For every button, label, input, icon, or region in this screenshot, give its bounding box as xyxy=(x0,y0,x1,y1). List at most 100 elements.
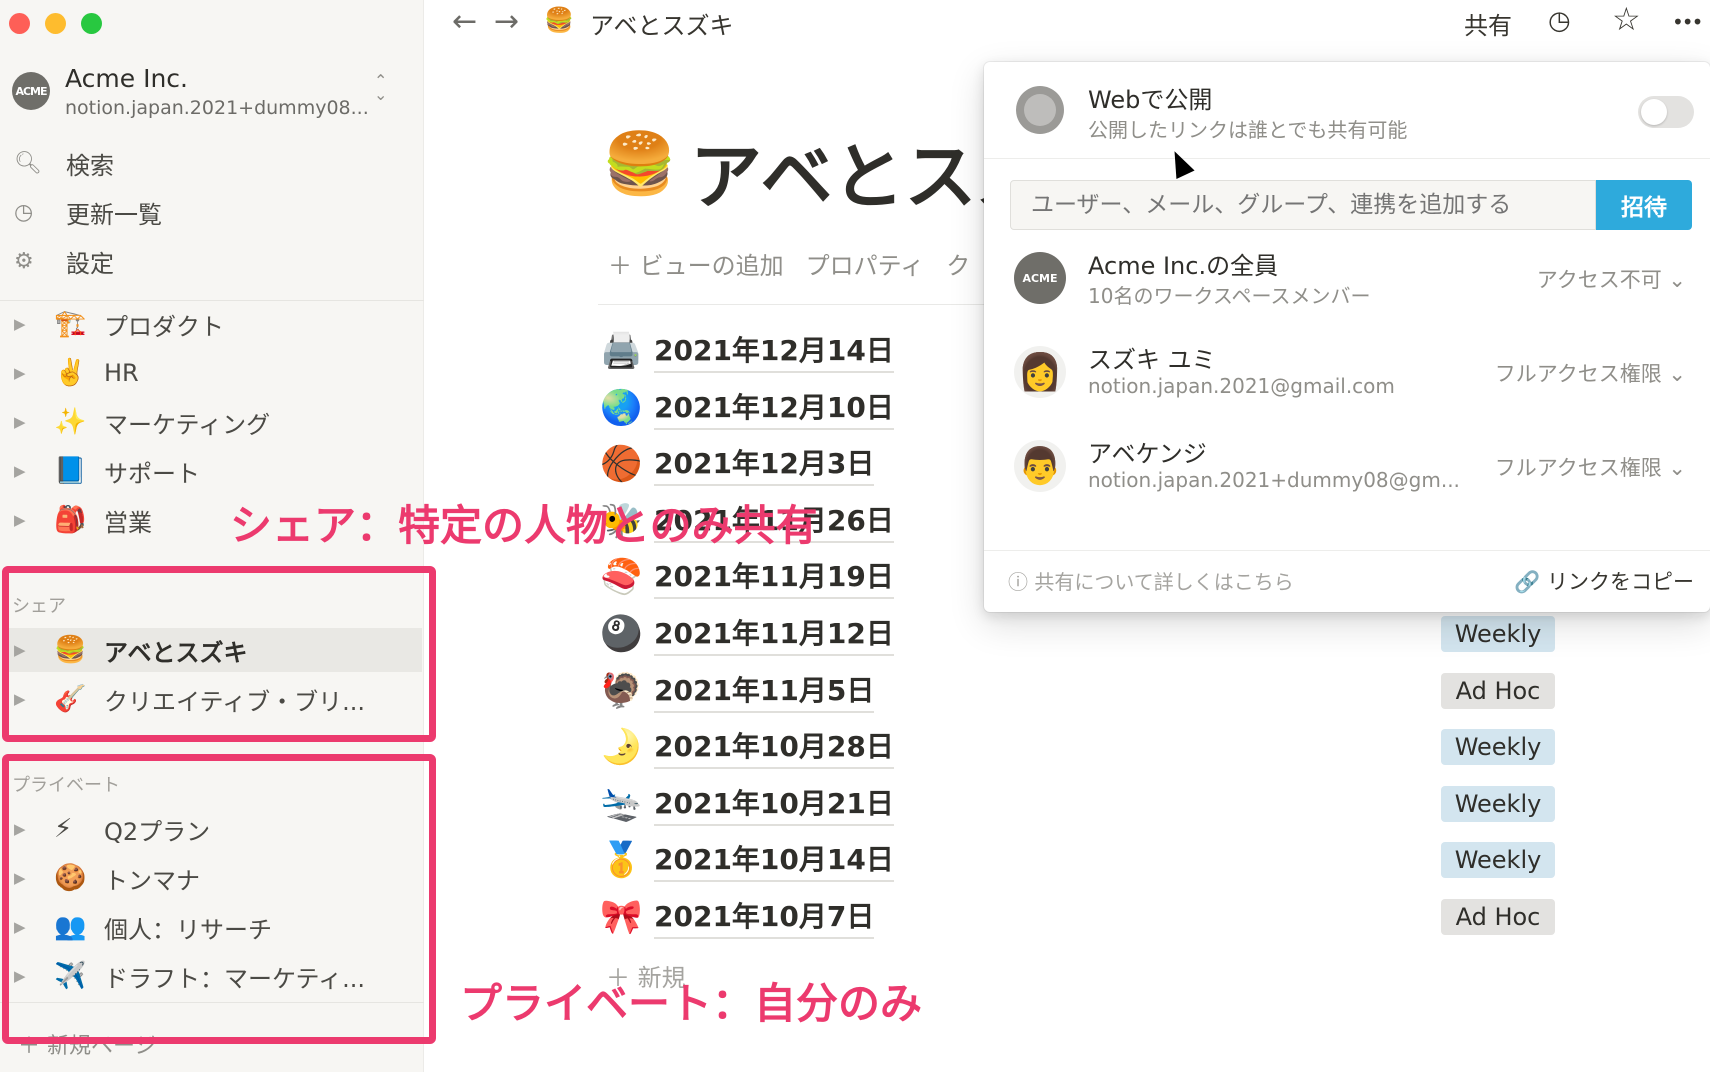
row-date[interactable]: 2021年12月14日 xyxy=(654,329,894,373)
minimize-window-button[interactable] xyxy=(45,13,66,34)
caret-right-icon[interactable]: ▶ xyxy=(14,511,34,529)
row-date[interactable]: 2021年10月28日 xyxy=(654,725,894,769)
sidebar-item-label: 更新一覧 xyxy=(66,200,162,229)
workspace-switcher[interactable]: ACME Acme Inc. notion.japan.2021+dummy08… xyxy=(12,60,412,124)
access-level-dropdown[interactable]: フルアクセス権限 ⌄ xyxy=(1495,452,1686,482)
popover-divider xyxy=(984,550,1710,551)
row-emoji: 🏀 xyxy=(600,444,643,484)
table-row[interactable]: 🛬 2021年10月21日 xyxy=(600,779,894,829)
row-emoji: 🌛 xyxy=(600,727,643,767)
sidebar-item-label: 検索 xyxy=(66,151,114,180)
member-name: アベケンジ xyxy=(1088,440,1207,468)
user-avatar: 👩 xyxy=(1014,346,1066,398)
sidebar-item-product[interactable]: ▶ 🏗️ プロダクト xyxy=(14,302,414,346)
row-tag[interactable]: Ad Hoc xyxy=(1441,673,1555,709)
share-button[interactable]: 共有 xyxy=(1464,6,1512,41)
sidebar-item-marketing[interactable]: ▶ ✨ マーケティング xyxy=(14,400,414,444)
publish-web-toggle[interactable] xyxy=(1638,96,1694,128)
row-date[interactable]: 2021年11月12日 xyxy=(654,612,894,656)
invite-input[interactable] xyxy=(1010,180,1596,230)
invite-button[interactable]: 招待 xyxy=(1596,180,1692,230)
row-date[interactable]: 2021年11月5日 xyxy=(654,669,875,713)
add-view-button[interactable]: ＋ ビューの追加 xyxy=(608,246,784,281)
share-help-link[interactable]: ⓘ 共有について詳しくはこちら xyxy=(1008,566,1294,595)
access-level-dropdown[interactable]: フルアクセス権限 ⌄ xyxy=(1495,358,1686,388)
row-emoji: 🎀 xyxy=(600,897,643,937)
clock-icon: ◷ xyxy=(14,199,34,225)
search-icon: 🔍︎ xyxy=(14,150,42,176)
publish-web-title: Webで公開 xyxy=(1088,86,1213,114)
member-detail: notion.japan.2021+dummy08@gm... xyxy=(1088,468,1460,492)
row-emoji: 🌏 xyxy=(600,388,643,428)
workspace-name: Acme Inc. xyxy=(65,64,188,93)
row-emoji: 🖨️ xyxy=(600,331,643,371)
row-date[interactable]: 2021年10月21日 xyxy=(654,782,894,826)
breadcrumb-title[interactable]: アベとスズキ xyxy=(590,6,734,41)
copy-link-button[interactable]: 🔗 リンクをコピー xyxy=(1514,566,1694,596)
chevron-up-down-icon[interactable]: ⌃ ⌄ xyxy=(374,73,387,103)
member-name: Acme Inc.の全員 xyxy=(1088,252,1279,280)
table-row[interactable]: 🎀 2021年10月7日 xyxy=(600,892,875,942)
row-tag[interactable]: Ad Hoc xyxy=(1441,899,1555,935)
page-title[interactable]: アベとスズキ xyxy=(690,118,990,223)
row-date[interactable]: 2021年11月19日 xyxy=(654,555,894,599)
row-tag[interactable]: Weekly xyxy=(1441,786,1555,822)
sidebar-item-label: 営業 xyxy=(104,508,152,537)
row-date[interactable]: 2021年10月14日 xyxy=(654,838,894,882)
caret-right-icon[interactable]: ▶ xyxy=(14,364,34,382)
row-emoji: 🛬 xyxy=(600,784,643,824)
forward-arrow-icon[interactable]: → xyxy=(494,4,519,39)
globe-icon xyxy=(1016,86,1064,134)
row-emoji: 🥇 xyxy=(600,840,643,880)
breadcrumb-emoji: 🍔 xyxy=(544,6,574,34)
access-level-dropdown[interactable]: アクセス不可 ⌄ xyxy=(1537,264,1686,294)
row-date[interactable]: 2021年10月7日 xyxy=(654,895,875,939)
user-avatar: 👨 xyxy=(1014,440,1066,492)
table-row[interactable]: 🥇 2021年10月14日 xyxy=(600,835,894,885)
properties-button[interactable]: プロパティ xyxy=(806,246,925,281)
row-date[interactable]: 2021年12月3日 xyxy=(654,442,875,486)
sidebar-item-label: サポート xyxy=(104,459,200,488)
caret-right-icon[interactable]: ▶ xyxy=(14,315,34,333)
row-emoji: 🎱 xyxy=(600,614,643,654)
star-icon[interactable]: ☆ xyxy=(1612,0,1641,38)
popover-divider xyxy=(984,158,1710,159)
row-emoji: 🦃 xyxy=(600,671,643,711)
sidebar-divider xyxy=(0,300,424,301)
sidebar-item-label: マーケティング xyxy=(104,410,271,439)
shared-annotation-box xyxy=(2,566,436,742)
table-row[interactable]: 🏀 2021年12月3日 xyxy=(600,439,875,489)
maximize-window-button[interactable] xyxy=(81,13,102,34)
table-row[interactable]: 🎱 2021年11月12日 xyxy=(600,609,894,659)
table-row[interactable]: 🍣 2021年11月19日 xyxy=(600,552,894,602)
member-detail: 10名のワークスペースメンバー xyxy=(1088,284,1371,308)
table-row[interactable]: 🌛 2021年10月28日 xyxy=(600,722,894,772)
workspace-logo: ACME xyxy=(12,72,50,110)
back-arrow-icon[interactable]: ← xyxy=(452,4,477,39)
row-tag[interactable]: Weekly xyxy=(1441,842,1555,878)
caret-right-icon[interactable]: ▶ xyxy=(14,462,34,480)
row-tag[interactable]: Weekly xyxy=(1441,616,1555,652)
private-annotation-label: プライベート：自分のみ xyxy=(460,979,923,1028)
caret-right-icon[interactable]: ▶ xyxy=(14,413,34,431)
member-row-workspace: ACME Acme Inc.の全員 10名のワークスペースメンバー アクセス不可… xyxy=(984,238,1710,318)
more-icon[interactable]: ••• xyxy=(1672,10,1703,34)
page-icon[interactable]: 🍔 xyxy=(602,128,677,199)
history-icon[interactable]: ◷ xyxy=(1548,6,1571,36)
row-date[interactable]: 2021年12月10日 xyxy=(654,386,894,430)
sidebar-item-hr[interactable]: ▶ ✌️ HR xyxy=(14,351,414,395)
table-row[interactable]: 🌏 2021年12月10日 xyxy=(600,383,894,433)
filter-button[interactable]: ク xyxy=(946,246,970,281)
member-row-abe: 👨 アベケンジ notion.japan.2021+dummy08@gm... … xyxy=(984,426,1710,506)
page-emoji: 🏗️ xyxy=(54,309,87,339)
sidebar-settings[interactable]: ⚙︎ 設定 xyxy=(14,240,414,282)
sidebar-item-support[interactable]: ▶ 📘 サポート xyxy=(14,449,414,493)
sidebar-search[interactable]: 🔍︎ 検索 xyxy=(14,142,414,184)
sidebar-item-label: HR xyxy=(104,359,139,387)
workspace-email: notion.japan.2021+dummy08... xyxy=(65,97,369,119)
close-window-button[interactable] xyxy=(9,13,30,34)
table-row[interactable]: 🖨️ 2021年12月14日 xyxy=(600,326,894,376)
table-row[interactable]: 🦃 2021年11月5日 xyxy=(600,666,875,716)
row-tag[interactable]: Weekly xyxy=(1441,729,1555,765)
sidebar-updates[interactable]: ◷ 更新一覧 xyxy=(14,191,414,233)
